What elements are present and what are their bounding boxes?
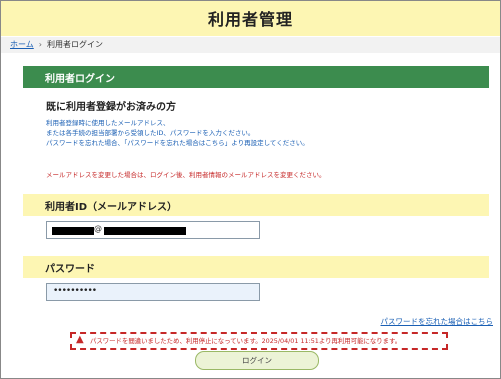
- warning-triangle-icon: ▲: [76, 334, 84, 345]
- header-bar: 利用者管理: [1, 1, 500, 36]
- instruction-line: パスワードを忘れた場合、「パスワードを忘れた場合はこちら」より再設定してください…: [46, 139, 309, 147]
- registered-users-heading: 既に利用者登録がお済みの方: [46, 102, 176, 113]
- userid-input[interactable]: @: [46, 221, 260, 239]
- breadcrumb-home-link[interactable]: ホーム: [10, 40, 34, 49]
- email-change-warning: メールアドレスを変更した場合は、ログイン後、利用者情報のメールアドレスを変更くだ…: [46, 171, 326, 179]
- password-label-bar: パスワード: [23, 256, 489, 278]
- login-panel-header: 利用者ログイン: [23, 66, 489, 88]
- redacted-email-local: [52, 227, 94, 235]
- breadcrumb: ホーム › 利用者ログイン: [1, 37, 500, 53]
- password-masked-value: ••••••••••: [53, 286, 97, 296]
- login-button[interactable]: ログイン: [195, 351, 319, 370]
- breadcrumb-current: 利用者ログイン: [46, 40, 103, 49]
- email-at-sign: @: [94, 224, 102, 233]
- userid-label: 利用者ID（メールアドレス）: [45, 202, 178, 213]
- site-title: 利用者管理: [207, 10, 293, 29]
- instruction-line: 利用者登録時に使用したメールアドレス、: [46, 119, 170, 127]
- login-instructions: 利用者登録時に使用したメールアドレス、 または各手続の担当部署から受領したID、…: [46, 118, 309, 148]
- instruction-line: または各手続の担当部署から受領したID、パスワードを入力ください。: [46, 129, 255, 137]
- password-label: パスワード: [45, 264, 95, 275]
- breadcrumb-separator: ›: [38, 40, 42, 49]
- redacted-email-domain: [104, 227, 186, 235]
- account-locked-error: ▲ パスワードを間違いましたため、利用停止になっています。2025/04/01 …: [70, 332, 448, 350]
- userid-label-bar: 利用者ID（メールアドレス）: [23, 194, 489, 216]
- password-input[interactable]: ••••••••••: [46, 283, 260, 301]
- error-message: パスワードを間違いましたため、利用停止になっています。2025/04/01 11…: [90, 337, 402, 345]
- login-panel-title: 利用者ログイン: [45, 74, 115, 85]
- forgot-password-link[interactable]: パスワードを忘れた場合はこちら: [381, 316, 494, 327]
